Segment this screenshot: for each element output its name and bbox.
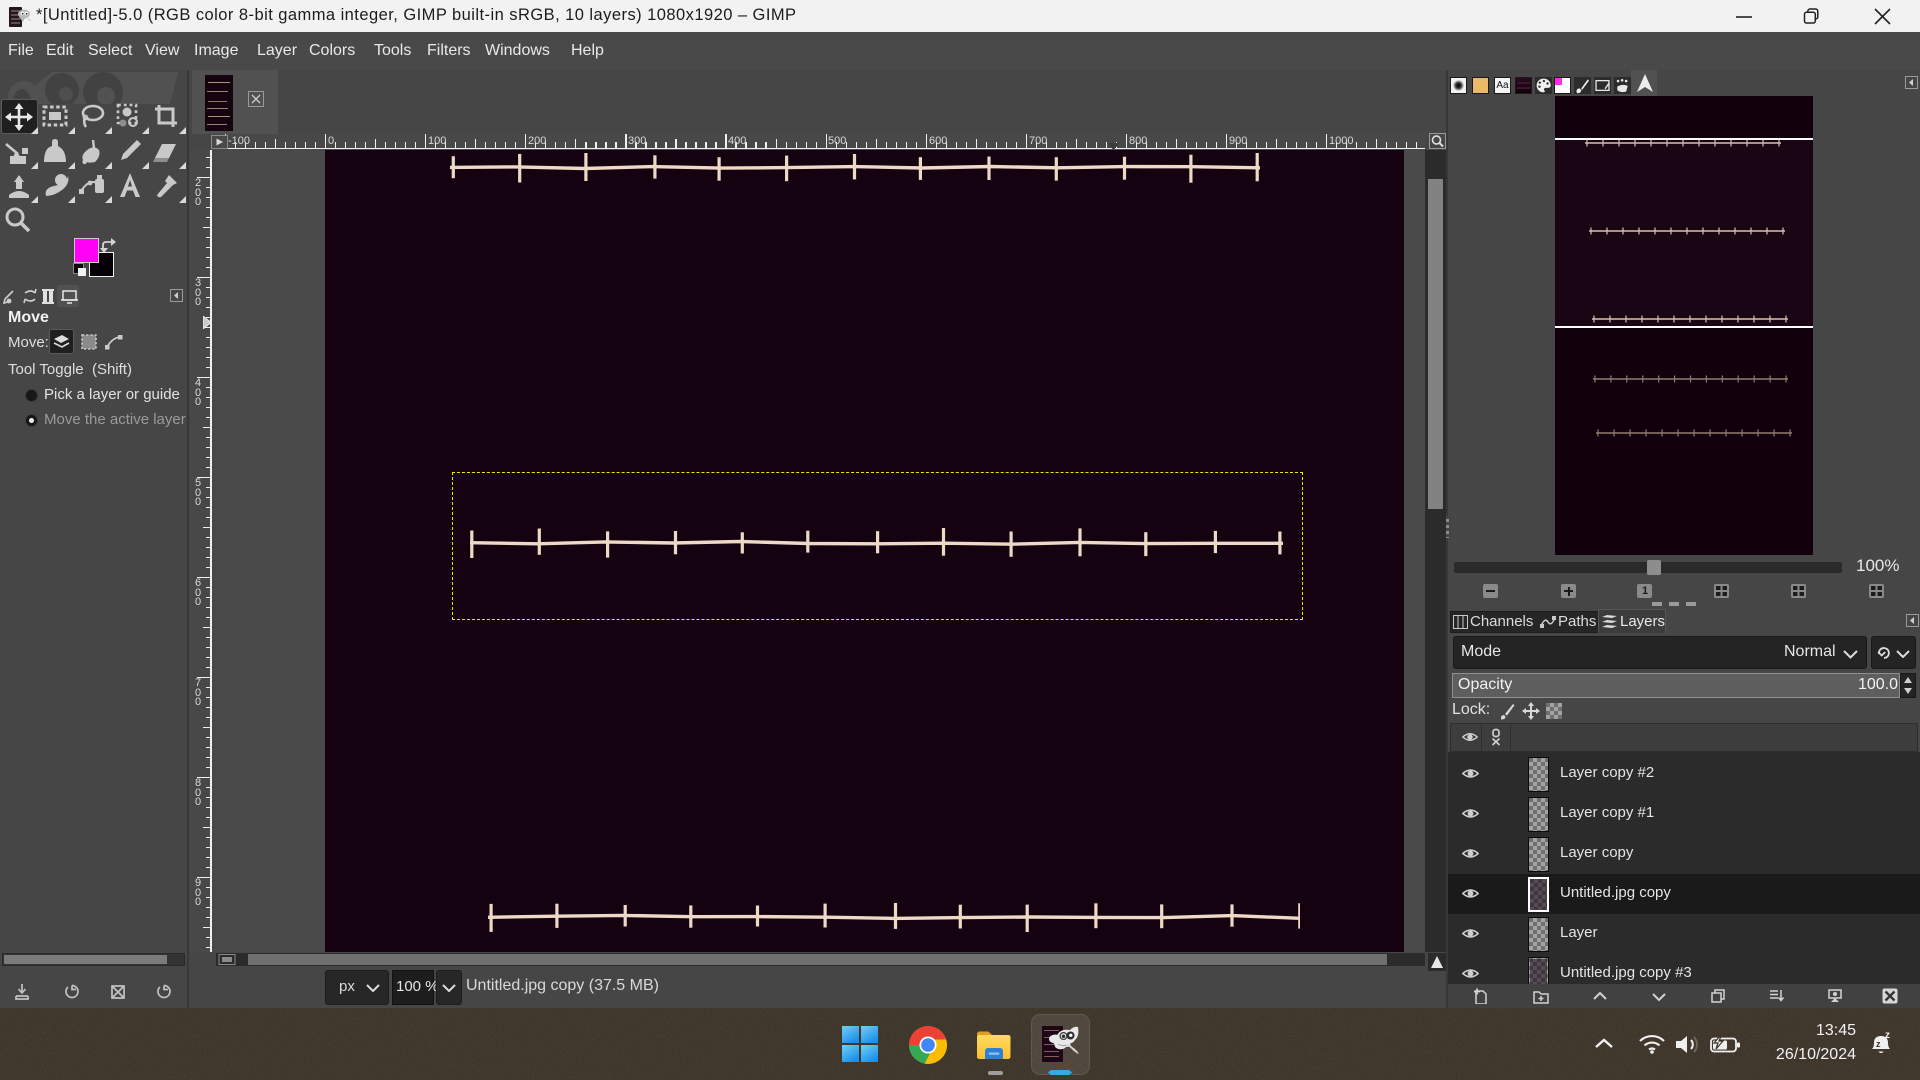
svg-text:z: z [1876,1039,1881,1049]
svg-text:z: z [1885,1030,1890,1041]
